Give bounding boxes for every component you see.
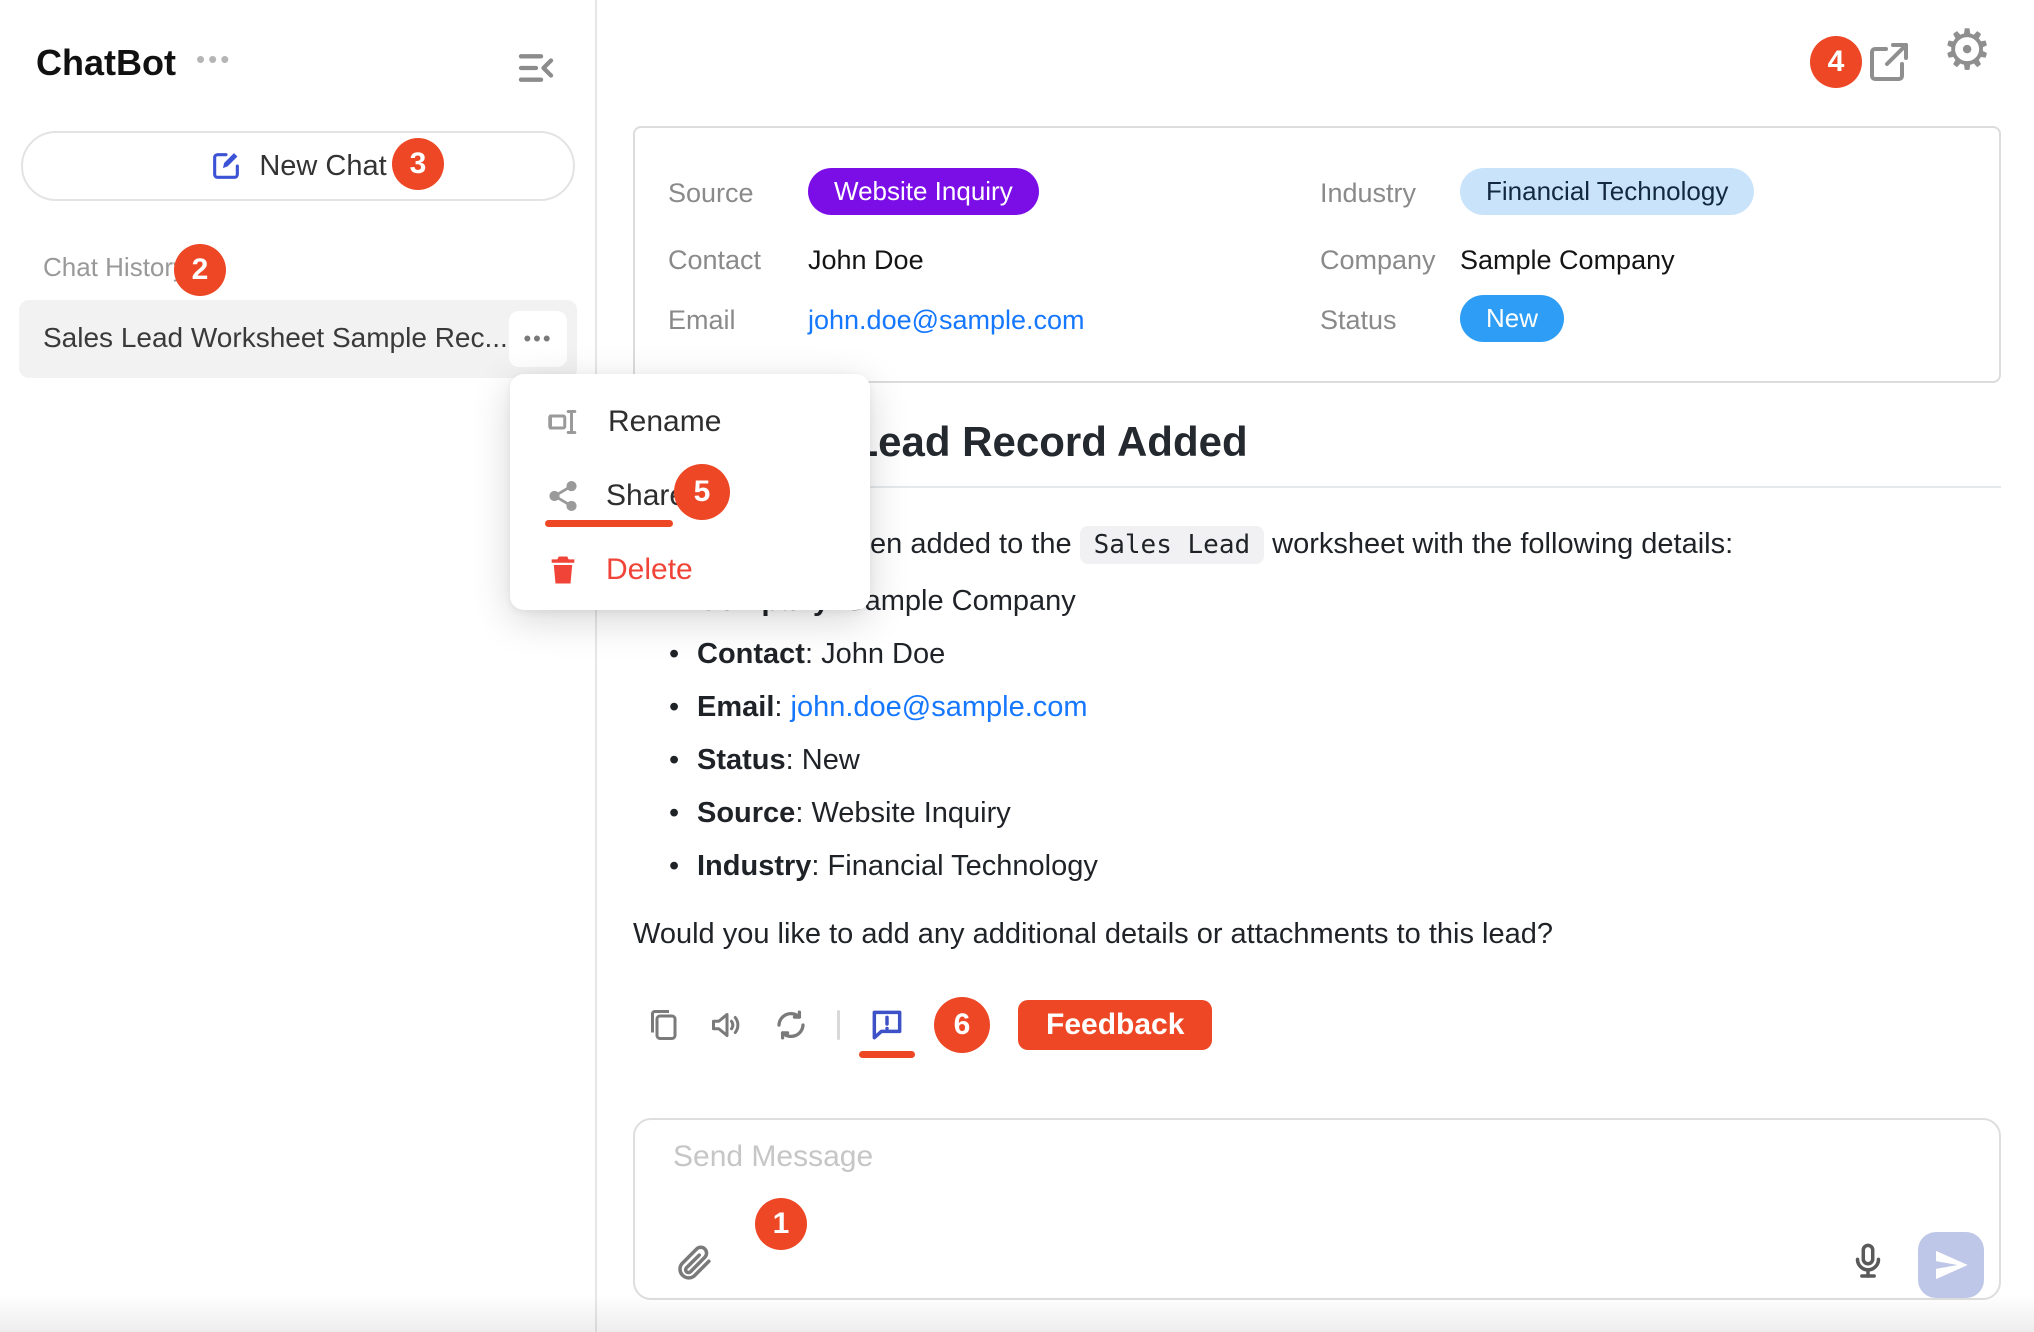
annotation-badge-5: 5 — [674, 464, 730, 520]
message-composer — [633, 1118, 2001, 1300]
email-value: john.doe@sample.com — [808, 305, 1085, 336]
annotation-badge-3: 3 — [392, 138, 444, 190]
source-badge: Website Inquiry — [808, 168, 1039, 215]
industry-label: Industry — [1320, 178, 1416, 209]
lead-details-card: Source Website Inquiry Industry Financia… — [633, 126, 2001, 383]
open-in-new-window-icon[interactable] — [1864, 38, 1912, 86]
annotation-badge-2: 2 — [174, 244, 226, 296]
send-message-input[interactable] — [673, 1140, 1873, 1220]
list-item: •Source: Website Inquiry — [633, 787, 2001, 840]
menu-item-rename[interactable]: Rename — [510, 400, 870, 444]
annotation-badge-4: 4 — [1810, 36, 1862, 88]
new-chat-label: New Chat — [259, 150, 386, 183]
source-label: Source — [668, 178, 754, 209]
chat-history-item[interactable]: Sales Lead Worksheet Sample Rec... ••• — [19, 300, 577, 378]
chat-item-more-icon[interactable]: ••• — [509, 311, 567, 367]
annotation-badge-1: 1 — [755, 1198, 807, 1250]
list-item: •Email: john.doe@sample.com — [633, 681, 2001, 734]
microphone-icon[interactable] — [1847, 1238, 1889, 1286]
message-action-row: 6 Feedback — [645, 1000, 1212, 1050]
feedback-annotation-underline — [859, 1051, 915, 1058]
chat-item-title: Sales Lead Worksheet Sample Rec... — [43, 322, 508, 354]
trash-icon — [546, 553, 580, 587]
app-title: ChatBot — [36, 42, 176, 84]
copy-icon[interactable] — [645, 1007, 681, 1043]
contact-label: Contact — [668, 245, 761, 276]
annotation-badge-6: 6 — [934, 997, 990, 1053]
feedback-comment-icon[interactable] — [868, 1006, 906, 1044]
divider — [837, 1010, 840, 1040]
status-label: Status — [1320, 305, 1397, 336]
email-link[interactable]: john.doe@sample.com — [808, 305, 1085, 335]
feedback-annotation-label: Feedback — [1018, 1000, 1212, 1050]
email-link[interactable]: john.doe@sample.com — [791, 691, 1088, 723]
share-icon — [546, 479, 580, 513]
list-item: •Industry: Financial Technology — [633, 840, 2001, 893]
edit-pencil-icon — [209, 149, 243, 183]
share-annotation-underline — [545, 520, 673, 527]
sidebar: ChatBot ••• New Chat Chat History Sales … — [0, 0, 597, 1332]
email-label: Email — [668, 305, 736, 336]
company-value: Sample Company — [1460, 245, 1675, 276]
message-closing: Would you like to add any additional det… — [633, 918, 2001, 951]
send-button[interactable] — [1918, 1232, 1984, 1298]
company-label: Company — [1320, 245, 1436, 276]
regenerate-icon[interactable] — [773, 1007, 809, 1043]
code-chip: Sales Lead — [1080, 526, 1265, 564]
rename-icon — [546, 404, 582, 440]
lead-details-list: •Company: Sample Company •Contact: John … — [633, 575, 2001, 893]
industry-badge: Financial Technology — [1460, 168, 1754, 215]
chat-history-label: Chat History — [43, 252, 186, 283]
contact-value: John Doe — [808, 245, 924, 276]
app-more-icon[interactable]: ••• — [196, 44, 232, 75]
attachment-paperclip-icon[interactable] — [673, 1242, 715, 1284]
menu-item-delete[interactable]: Delete — [510, 548, 870, 592]
status-badge: New — [1460, 295, 1564, 342]
list-item: •Contact: John Doe — [633, 628, 2001, 681]
new-chat-button[interactable]: New Chat — [21, 131, 575, 201]
settings-gear-icon[interactable]: ⚙ — [1942, 22, 1992, 78]
collapse-sidebar-icon[interactable] — [512, 48, 560, 88]
list-item: •Status: New — [633, 734, 2001, 787]
speaker-icon[interactable] — [709, 1007, 745, 1043]
